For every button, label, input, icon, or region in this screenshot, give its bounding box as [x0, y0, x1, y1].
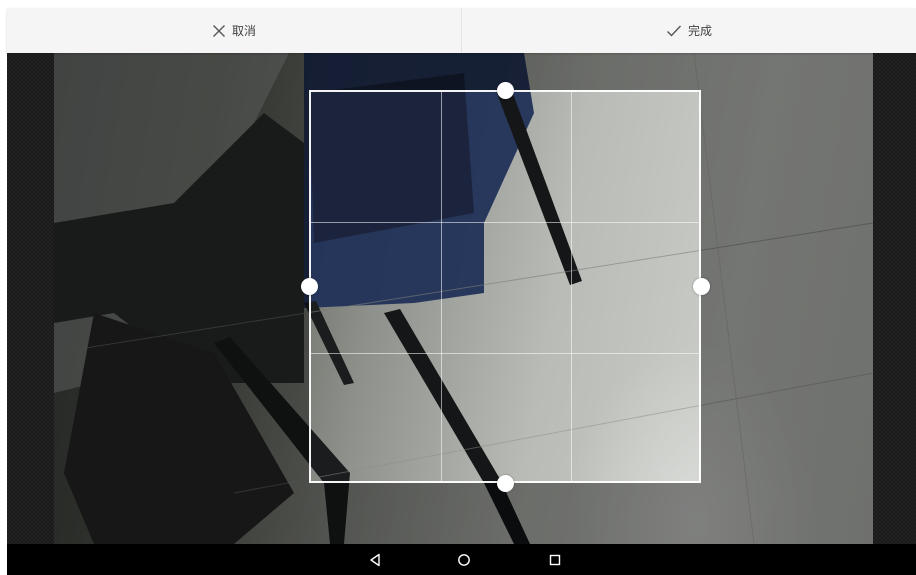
done-label: 完成 [687, 24, 712, 38]
system-navigation-bar [7, 544, 916, 575]
crop-action-bar: 取消 完成 [7, 8, 916, 53]
crop-handle-bottom[interactable] [497, 475, 514, 492]
cancel-label: 取消 [231, 24, 256, 38]
cancel-button[interactable]: 取消 [7, 8, 461, 53]
done-button[interactable]: 完成 [461, 8, 916, 53]
home-circle-icon [458, 553, 470, 566]
crop-workspace [7, 53, 916, 544]
grid-line-horizontal-2 [311, 353, 699, 354]
check-icon [666, 25, 681, 37]
close-icon [212, 24, 225, 37]
grid-line-horizontal-1 [311, 222, 699, 223]
back-triangle-icon [370, 553, 380, 566]
back-button[interactable] [355, 544, 395, 575]
recents-square-icon [549, 554, 561, 565]
grid-line-vertical-2 [571, 92, 572, 481]
crop-handle-top[interactable] [497, 82, 514, 99]
crop-handle-right[interactable] [693, 278, 710, 295]
crop-handle-left[interactable] [301, 278, 318, 295]
recents-button[interactable] [535, 544, 575, 575]
grid-line-vertical-1 [441, 92, 442, 481]
crop-rectangle[interactable] [309, 90, 701, 483]
home-button[interactable] [444, 544, 484, 575]
